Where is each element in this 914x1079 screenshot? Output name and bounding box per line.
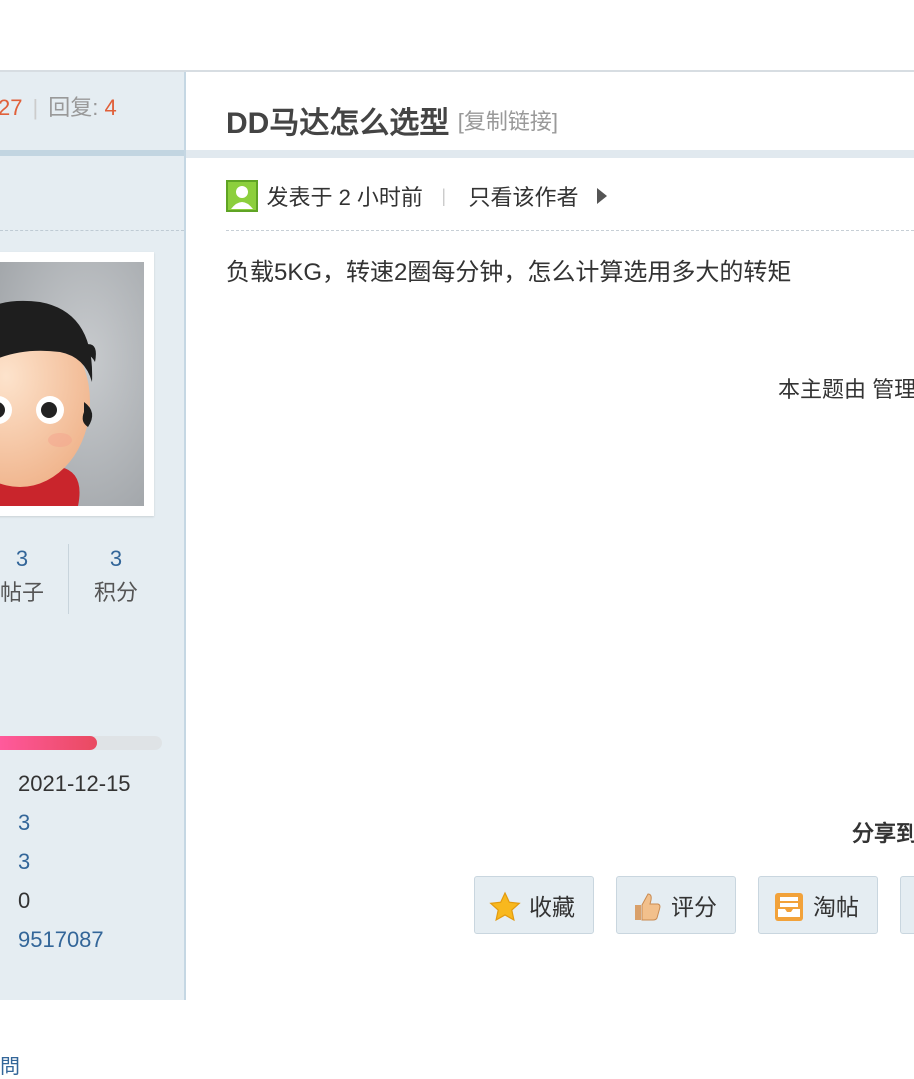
- credit-progress-fill: [0, 736, 98, 750]
- posts-count[interactable]: 3: [0, 542, 52, 576]
- rate-button[interactable]: 评分: [616, 876, 736, 934]
- stat-divider: [68, 544, 69, 614]
- post-dashed-divider: [226, 230, 914, 231]
- copy-link-button[interactable]: [复制链接]: [458, 109, 558, 134]
- user-info-list: 2021-12-15 3 3 0 9517087: [18, 764, 178, 959]
- credits-stat[interactable]: 3 积分: [86, 542, 146, 610]
- credits-label: 积分: [93, 580, 138, 605]
- sidebar-dashed-divider: [0, 230, 184, 231]
- credits-count[interactable]: 3: [86, 542, 146, 576]
- info-value-link[interactable]: 3: [18, 842, 178, 881]
- sidebar-bottom-link[interactable]: 問: [0, 1050, 20, 1079]
- user-id-link[interactable]: 9517087: [18, 920, 178, 959]
- tao-label: 淘帖: [813, 893, 859, 920]
- tray-icon: [775, 892, 803, 921]
- register-date: 2021-12-15: [18, 771, 131, 796]
- stats-underline: [0, 150, 184, 156]
- title-underline: [186, 150, 914, 158]
- meta-separator: |: [441, 185, 447, 206]
- play-arrow-icon[interactable]: [596, 188, 607, 204]
- user-stats: 3 帖子 3 积分: [0, 542, 184, 614]
- thumbs-up-icon: [635, 893, 661, 921]
- info-value: 0: [18, 888, 31, 913]
- credit-progress-bar: [0, 736, 162, 750]
- stats-separator: |: [32, 95, 39, 120]
- info-value-link[interactable]: 3: [18, 803, 178, 842]
- avatar[interactable]: [0, 252, 154, 516]
- avatar-cartoon-icon: [0, 262, 144, 506]
- post-main: DD马达怎么选型 [复制链接] 发表于 2 小时前 | 只看该作者 负载5KG，…: [186, 72, 914, 1000]
- tao-button[interactable]: 淘帖: [758, 876, 878, 934]
- posts-stat[interactable]: 3 帖子: [0, 542, 52, 610]
- thread-stats: 27 | 回复: 4: [0, 72, 182, 150]
- moderation-note: 本主题由 管理: [778, 377, 914, 402]
- thread-header: DD马达怎么选型 [复制链接]: [226, 98, 558, 142]
- posts-label: 帖子: [0, 580, 44, 605]
- avatar-image[interactable]: [0, 262, 144, 506]
- favorite-label: 收藏: [529, 893, 575, 920]
- top-blank-area: [0, 0, 914, 70]
- rate-label: 评分: [671, 893, 717, 920]
- user-sidebar: 27 | 回复: 4 3 帖子 3 积分 2021-12-15 3 3 0 95…: [0, 72, 186, 1078]
- thread-title: DD马达怎么选型: [226, 107, 450, 140]
- online-user-icon: [226, 180, 258, 212]
- replies-count: 4: [104, 95, 117, 120]
- only-author-link[interactable]: 只看该作者: [469, 185, 579, 210]
- views-count: 27: [0, 95, 23, 120]
- post-meta: 发表于 2 小时前 | 只看该作者: [226, 180, 607, 214]
- post-time: 发表于 2 小时前: [266, 185, 423, 210]
- star-icon: [489, 891, 521, 922]
- share-label: 分享到: [852, 821, 914, 846]
- replies-label: 回复:: [48, 95, 99, 120]
- post-content: 负载5KG，转速2圈每分钟，怎么计算选用多大的转矩: [226, 259, 792, 286]
- favorite-button[interactable]: 收藏: [474, 876, 594, 934]
- more-action-button[interactable]: [900, 876, 914, 934]
